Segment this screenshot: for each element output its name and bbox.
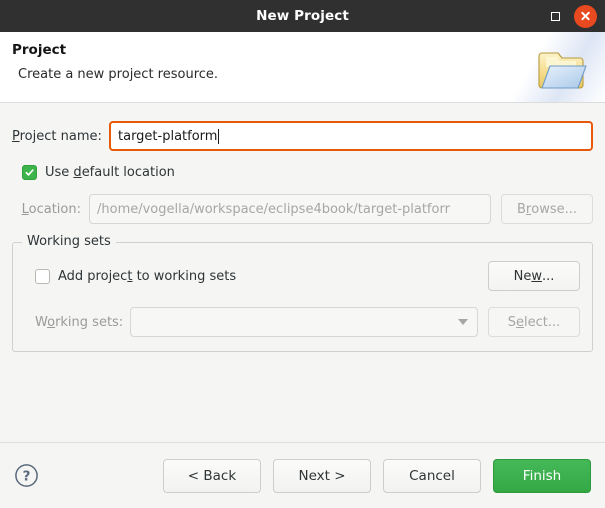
page-title: Project — [12, 42, 67, 58]
add-project-row: Add project to working sets Ne w... — [25, 261, 580, 291]
location-label: Location: — [21, 201, 81, 217]
working-sets-group: Working sets Add project to working sets… — [12, 234, 593, 352]
new-project-dialog: New Project Project Create a new project… — [0, 0, 605, 508]
add-project-label: Add project to working sets — [58, 268, 237, 284]
working-sets-combo — [130, 307, 478, 337]
working-sets-row: Working sets: Se lect... — [25, 307, 580, 337]
location-row: Location: /home/vogella/workspace/eclips… — [12, 194, 593, 224]
dialog-body: Project name: target-platform Use defaul… — [0, 103, 605, 442]
maximize-icon[interactable] — [546, 7, 564, 25]
window-title: New Project — [256, 8, 349, 24]
wizard-header: Project Create a new project resource. — [0, 32, 605, 103]
new-working-set-button[interactable]: Ne w... — [488, 261, 580, 291]
use-default-location-row: Use default location — [12, 165, 593, 180]
close-icon[interactable] — [574, 4, 597, 28]
project-name-label: Project name: — [12, 128, 102, 144]
select-working-set-button: Se lect... — [488, 307, 580, 337]
check-icon — [25, 169, 34, 176]
use-default-location-label: Use default location — [45, 165, 175, 180]
folder-with-page-icon — [538, 52, 587, 89]
text-caret — [218, 128, 220, 144]
project-name-input[interactable]: target-platform — [109, 121, 593, 151]
use-default-location-checkbox[interactable] — [22, 165, 37, 180]
svg-text:?: ? — [23, 468, 31, 484]
location-value: /home/vogella/workspace/eclipse4book/tar… — [97, 201, 450, 217]
back-button[interactable]: < Back — [163, 458, 261, 493]
cancel-button[interactable]: Cancel — [383, 458, 481, 493]
page-description: Create a new project resource. — [18, 67, 219, 82]
location-input: /home/vogella/workspace/eclipse4book/tar… — [89, 194, 491, 224]
dialog-footer: ? < Back Next > Cancel Finish — [0, 442, 605, 508]
add-project-checkbox[interactable] — [35, 268, 50, 284]
working-sets-legend: Working sets — [22, 234, 116, 249]
next-button[interactable]: Next > — [273, 458, 371, 493]
title-bar: New Project — [0, 0, 605, 32]
browse-button: Br owse... — [501, 194, 593, 224]
window-controls — [546, 0, 597, 32]
project-name-row: Project name: target-platform — [12, 121, 593, 151]
finish-button[interactable]: Finish — [493, 458, 591, 493]
project-name-value: target-platform — [118, 128, 218, 144]
help-question-icon[interactable]: ? — [14, 463, 39, 488]
working-sets-label: Working sets: — [35, 314, 124, 330]
chevron-down-icon — [458, 319, 468, 325]
